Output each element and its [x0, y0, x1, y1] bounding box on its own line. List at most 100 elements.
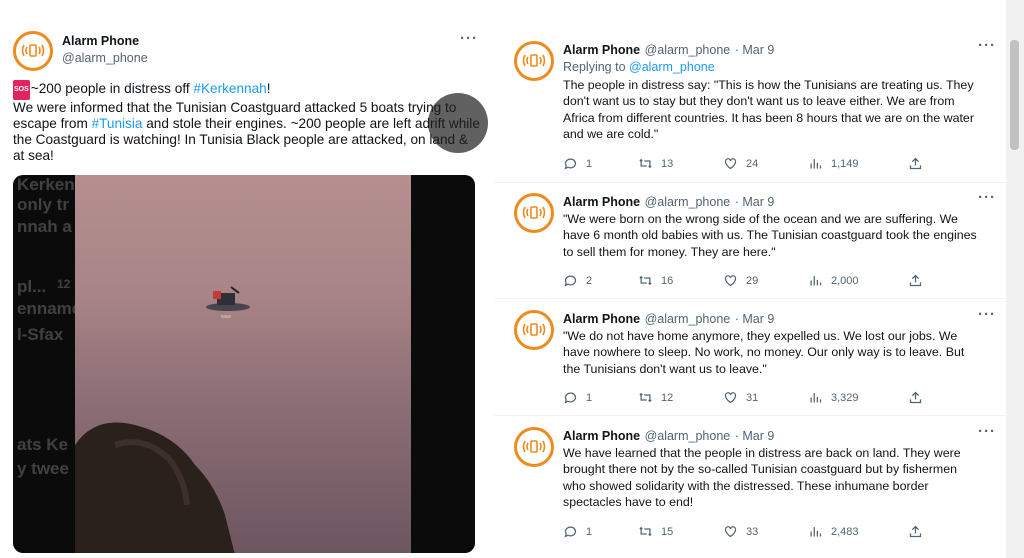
video-frame — [75, 175, 411, 553]
ghost-text: y twee — [17, 459, 69, 478]
action-bar: 2 16 29 2,000 — [563, 273, 983, 289]
reply-text: "We do not have home anymore, they expel… — [563, 329, 965, 376]
author-handle[interactable]: @alarm_phone — [645, 195, 731, 209]
replying-to-link[interactable]: @alarm_phone — [629, 60, 715, 74]
reply-count: 1 — [586, 525, 593, 538]
replying-to: Replying to @alarm_phone — [563, 60, 715, 74]
reply-button[interactable]: 1 — [563, 156, 592, 171]
like-button[interactable]: 24 — [723, 156, 758, 171]
share-button[interactable] — [908, 156, 931, 171]
heart-icon — [724, 158, 737, 170]
sos-emoji-icon: SOS — [13, 80, 30, 100]
retweet-count: 15 — [661, 525, 674, 538]
share-button[interactable] — [908, 390, 931, 405]
author-handle[interactable]: @alarm_phone — [645, 43, 731, 57]
video-player[interactable]: Kerkenn only tr nnah a pl... 12 enname l… — [13, 175, 475, 553]
more-options-icon[interactable]: ··· — [460, 30, 478, 47]
alarm-phone-logo-icon — [21, 44, 45, 57]
reply-tweet: Alarm Phone @alarm_phone · Mar 9 ··· We … — [494, 423, 1006, 552]
more-options-icon[interactable]: ··· — [978, 306, 996, 323]
views-button[interactable]: 2,483 — [808, 524, 859, 539]
divider — [494, 298, 1006, 299]
retweet-count: 13 — [661, 157, 674, 170]
author-name[interactable]: Alarm Phone — [563, 312, 640, 326]
author-handle[interactable]: @alarm_phone — [645, 312, 731, 326]
retweet-count: 16 — [661, 274, 674, 287]
more-options-icon[interactable]: ··· — [978, 423, 996, 440]
reply-button[interactable]: 2 — [563, 273, 592, 288]
reply-tweet: Alarm Phone @alarm_phone · Mar 9 ··· "We… — [494, 189, 1006, 303]
reply-header: Alarm Phone @alarm_phone · Mar 9 — [563, 310, 774, 328]
retweet-button[interactable]: 12 — [638, 390, 673, 405]
view-count: 2,483 — [831, 525, 859, 538]
reply-tweet: Alarm Phone @alarm_phone · Mar 9 ··· "We… — [494, 306, 1006, 420]
share-button[interactable] — [908, 524, 931, 539]
foreground-hand-image — [75, 422, 235, 553]
author-name[interactable]: Alarm Phone — [62, 34, 139, 48]
retweet-icon — [639, 526, 652, 537]
share-icon — [909, 391, 922, 404]
view-count: 1,149 — [831, 157, 859, 170]
reply-count: 2 — [586, 274, 593, 287]
reply-button[interactable]: 1 — [563, 524, 592, 539]
more-options-icon[interactable]: ··· — [978, 37, 996, 54]
ghost-text: l-Sfax — [17, 325, 64, 344]
like-count: 29 — [746, 274, 759, 287]
reply-tweet: Alarm Phone @alarm_phone · Mar 9 ··· Rep… — [494, 37, 1006, 181]
author-handle[interactable]: @alarm_phone — [645, 429, 731, 443]
reply-button[interactable]: 1 — [563, 390, 592, 405]
author-handle[interactable]: @alarm_phone — [62, 51, 148, 65]
next-media-button[interactable] — [428, 93, 488, 153]
hashtag-link[interactable]: #Tunisia — [92, 116, 143, 131]
scrollbar-thumb[interactable] — [1010, 40, 1019, 150]
hashtag-link[interactable]: #Kerkennah — [193, 81, 266, 96]
divider — [494, 415, 1006, 416]
alarm-phone-logo-icon — [522, 54, 546, 67]
retweet-button[interactable]: 13 — [638, 156, 673, 171]
tweet-date[interactable]: · Mar 9 — [735, 43, 775, 57]
reply-count: 1 — [586, 391, 593, 404]
share-button[interactable] — [908, 273, 931, 288]
reply-icon — [564, 392, 577, 404]
ghost-text: 12 — [57, 277, 71, 291]
ghost-text: only tr — [17, 195, 69, 214]
like-button[interactable]: 31 — [723, 390, 758, 405]
avatar[interactable] — [514, 193, 554, 233]
views-icon — [810, 276, 822, 286]
tweet-date[interactable]: · Mar 9 — [735, 429, 775, 443]
ghost-text: ats Ke — [17, 435, 69, 454]
like-button[interactable]: 29 — [723, 273, 758, 288]
views-button[interactable]: 2,000 — [808, 273, 859, 288]
like-button[interactable]: 33 — [723, 524, 758, 539]
reply-text: The people in distress say: "This is how… — [563, 78, 974, 142]
retweet-button[interactable]: 16 — [638, 273, 673, 288]
views-icon — [810, 393, 822, 403]
tweet-date[interactable]: · Mar 9 — [735, 312, 775, 326]
reply-header: Alarm Phone @alarm_phone · Mar 9 — [563, 193, 774, 211]
alarm-phone-logo-icon — [522, 323, 546, 336]
views-button[interactable]: 3,329 — [808, 390, 859, 405]
share-icon — [909, 525, 922, 538]
author-name[interactable]: Alarm Phone — [563, 429, 640, 443]
tweet-date[interactable]: · Mar 9 — [735, 195, 775, 209]
share-icon — [909, 157, 922, 170]
reply-icon — [564, 526, 577, 538]
share-icon — [909, 274, 922, 287]
avatar[interactable] — [514, 427, 554, 467]
like-count: 31 — [746, 391, 759, 404]
retweet-button[interactable]: 15 — [638, 524, 673, 539]
avatar[interactable] — [514, 41, 554, 81]
heart-icon — [724, 275, 737, 287]
author-name[interactable]: Alarm Phone — [563, 195, 640, 209]
views-icon — [810, 527, 822, 537]
more-options-icon[interactable]: ··· — [978, 189, 996, 206]
avatar[interactable] — [514, 310, 554, 350]
boat-image — [206, 286, 250, 318]
avatar[interactable] — [13, 31, 53, 71]
replying-prefix: Replying to — [563, 60, 630, 74]
views-button[interactable]: 1,149 — [808, 156, 859, 171]
alarm-phone-logo-icon — [522, 440, 546, 453]
author-name[interactable]: Alarm Phone — [563, 43, 640, 57]
alarm-phone-logo-icon — [522, 206, 546, 219]
retweet-count: 12 — [661, 391, 674, 404]
